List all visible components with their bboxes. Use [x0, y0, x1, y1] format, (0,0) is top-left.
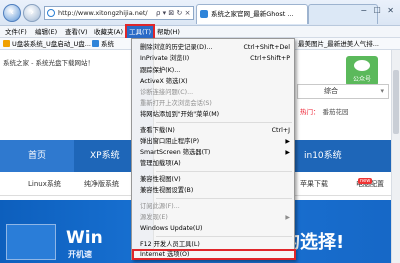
menu-edit[interactable]: 编辑(E): [33, 26, 59, 38]
subnav-config[interactable]: 电脑配置: [356, 172, 384, 196]
menu-help[interactable]: 帮助(H): [155, 26, 182, 38]
menu-item-tracking-protection[interactable]: 跟踪保护(K)...: [132, 65, 296, 76]
submenu-arrow-icon: ▶: [285, 149, 290, 156]
favorite-item[interactable]: 最美图片_最新进美人气排...: [298, 38, 379, 50]
menu-item-popup-blocker[interactable]: 弹出窗口阻止程序(P) ▶: [132, 136, 296, 147]
menu-separator: [156, 236, 292, 237]
folder-icon: [92, 40, 99, 47]
hot-keywords: 热门： 番茄花园: [300, 108, 349, 116]
menu-item-diagnose: 诊断连接问题(C)...: [140, 89, 194, 96]
wechat-badge[interactable]: 公众号: [346, 56, 378, 86]
nav-home[interactable]: 首页: [0, 140, 74, 172]
back-button[interactable]: ‹: [3, 4, 21, 22]
menu-tools[interactable]: 工具(T): [124, 24, 156, 40]
star-icon: [3, 40, 10, 47]
menu-item-smartscreen[interactable]: SmartScreen 筛选器(T) ▶: [132, 147, 296, 158]
menu-item-windows-update[interactable]: Windows Update(U): [132, 223, 296, 234]
menu-separator: [156, 122, 292, 123]
menu-separator: [156, 171, 292, 172]
menu-item-delete-history[interactable]: 删除浏览的历史记录(D)... Ctrl+Shift+Del: [132, 42, 296, 53]
menu-item-compat-settings[interactable]: 兼容性视图设置(B): [132, 185, 296, 196]
menu-favorites[interactable]: 收藏夹(A): [92, 26, 125, 38]
menu-file[interactable]: 文件(F): [3, 26, 29, 38]
chevron-down-icon: ▾: [380, 87, 384, 95]
menu-item-manage-addons[interactable]: 管理加载项(A): [132, 158, 296, 169]
subnav-linux[interactable]: Linux系统: [28, 172, 61, 196]
submenu-arrow-icon: ▶: [285, 138, 290, 145]
hot-link[interactable]: 番茄花园: [323, 108, 349, 116]
nav-win10[interactable]: in10系统: [304, 140, 342, 172]
banner-subtitle: 开机速: [68, 250, 92, 259]
menu-item-compat-view[interactable]: 兼容性视图(V): [132, 174, 296, 185]
new-badge: new: [358, 178, 373, 184]
favorite-item[interactable]: U盘装系统_U盘启动_U盘...: [3, 38, 91, 50]
subnav-pure[interactable]: 纯净版系统: [84, 172, 119, 196]
vertical-scrollbar[interactable]: [391, 50, 400, 263]
banner-title: Win: [66, 228, 103, 248]
window-controls[interactable]: − ☐ ✕: [360, 6, 396, 15]
forward-button[interactable]: ›: [23, 4, 41, 22]
menu-item-activex-filter[interactable]: ActiveX 筛选(X): [132, 76, 296, 87]
tab-active[interactable]: 系统之家官网_最新Ghost ...: [196, 4, 308, 24]
submenu-arrow-icon: ▶: [285, 214, 290, 221]
site-favicon-icon: [200, 10, 208, 18]
menu-separator: [156, 198, 292, 199]
menu-item-inprivate[interactable]: InPrivate 浏览(I) Ctrl+Shift+P: [132, 53, 296, 64]
menu-view[interactable]: 查看(V): [63, 26, 90, 38]
address-bar-row: ‹ › http://www.xitongzhijia.net/ ρ ▾ ⊠ ↻…: [0, 0, 400, 26]
favorite-item[interactable]: 系统: [92, 38, 114, 50]
nav-xp[interactable]: XP系统: [90, 140, 120, 172]
search-category-select[interactable]: 综合 ▾: [297, 84, 389, 99]
wechat-icon: [354, 60, 370, 71]
menu-item-add-to-start[interactable]: 将网站添加到"开始"菜单(M): [132, 109, 296, 120]
windows-logo-icon: [6, 224, 56, 260]
tab-label: 系统之家官网_最新Ghost ...: [211, 10, 294, 18]
subnav-apple[interactable]: 苹果下载: [300, 172, 328, 196]
tools-menu: 删除浏览的历史记录(D)... Ctrl+Shift+Del InPrivate …: [131, 38, 296, 260]
menu-item-subscribe-feed: 订阅此源(F)...: [140, 203, 180, 210]
site-tagline: 系统之家 - 系统光盘下载网站！: [3, 59, 94, 67]
scrollbar-thumb[interactable]: [393, 70, 399, 134]
menu-item-reopen-session: 重新打开上次浏览会话(S): [140, 100, 212, 107]
menu-bar: 文件(F) 编辑(E) 查看(V) 收藏夹(A) 工具(T) 帮助(H): [0, 24, 400, 40]
url-text: http://www.xitongzhijia.net/: [58, 9, 148, 17]
ie-page-icon: [47, 9, 55, 17]
menu-item-view-downloads[interactable]: 查看下载(N) Ctrl+J: [132, 125, 296, 136]
menu-item-internet-options[interactable]: Internet 选项(O): [132, 249, 296, 260]
url-actions[interactable]: ρ ▾ ⊠ ↻ ×: [156, 6, 190, 20]
menu-item-feed-discovery: 源发现(E) ▶: [140, 214, 290, 221]
